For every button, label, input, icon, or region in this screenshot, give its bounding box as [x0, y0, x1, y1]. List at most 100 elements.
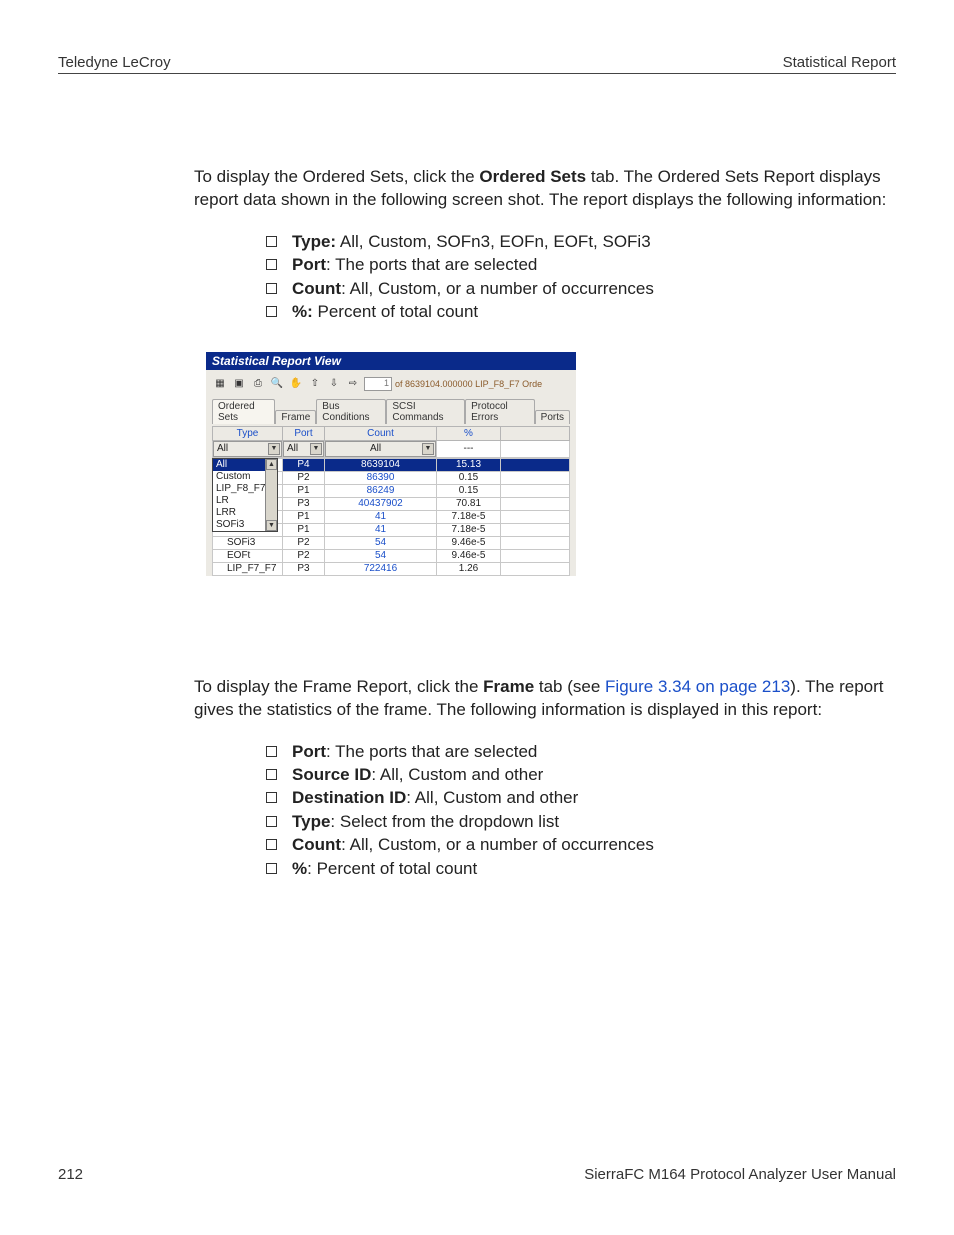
cell-blank — [501, 484, 570, 497]
cell-port: P4 — [283, 458, 325, 471]
screenshot-statistical-report-view: Statistical Report View ▦ ▣ ⎙ 🔍 ✋ ⇧ ⇩ ⇨ … — [206, 352, 576, 576]
header-divider — [58, 73, 896, 74]
cell-blank — [501, 562, 570, 575]
li-rest: : The ports that are selected — [326, 255, 537, 274]
scroll-up-icon[interactable]: ▲ — [266, 459, 277, 470]
table-row[interactable]: EOFt P2 54 9.46e-5 — [213, 549, 570, 562]
p2-bold: Frame — [483, 677, 534, 696]
filter-blank — [501, 440, 570, 457]
window-title: Statistical Report View — [206, 352, 576, 370]
arrow-right-icon[interactable]: ⇨ — [345, 376, 361, 392]
table-header-row: Type Port Count % — [213, 426, 570, 440]
page-number: 212 — [58, 1166, 83, 1183]
tab-ordered-sets[interactable]: Ordered Sets — [212, 399, 275, 424]
list-item: %: Percent of total count — [266, 300, 892, 323]
list-ordered-sets: Type: All, Custom, SOFn3, EOFn, EOFt, SO… — [194, 230, 892, 324]
filter-type-value: All — [217, 443, 228, 454]
li-rest: : All, Custom and other — [371, 765, 543, 784]
p2-mid: tab (see — [534, 677, 605, 696]
list-item: Source ID: All, Custom and other — [266, 763, 892, 786]
arrow-up-icon[interactable]: ⇧ — [307, 376, 323, 392]
list-item: Port: The ports that are selected — [266, 253, 892, 276]
cell-port: P2 — [283, 536, 325, 549]
li-bold: Count — [292, 279, 341, 298]
table-row[interactable]: SOFi3 P2 54 9.46e-5 — [213, 536, 570, 549]
preview-icon[interactable]: 🔍 — [269, 376, 285, 392]
hand-icon[interactable]: ✋ — [288, 376, 304, 392]
table-filter-row: All ▼ All ▼ All ▼ --- — [213, 440, 570, 457]
toolbar: ▦ ▣ ⎙ 🔍 ✋ ⇧ ⇩ ⇨ 1 of 8639104.000000 LIP_… — [208, 374, 574, 394]
filter-percent-value: --- — [437, 440, 501, 457]
cell-blank — [501, 510, 570, 523]
print-icon[interactable]: ⎙ — [250, 376, 266, 392]
dropdown-scrollbar[interactable]: ▲▼ — [265, 459, 277, 531]
li-rest: : All, Custom and other — [406, 788, 578, 807]
p1-prefix: To display the Ordered Sets, click the — [194, 167, 479, 186]
paragraph-frame-report: To display the Frame Report, click the F… — [58, 676, 896, 881]
col-percent[interactable]: % — [437, 426, 501, 440]
chevron-down-icon: ▼ — [268, 443, 280, 455]
list-item: %: Percent of total count — [266, 857, 892, 880]
cell-pct: 15.13 — [437, 458, 501, 471]
list-item: Count: All, Custom, or a number of occur… — [266, 833, 892, 856]
nav-index-input[interactable]: 1 — [364, 377, 392, 391]
li-bold: Port — [292, 742, 326, 761]
arrow-down-icon[interactable]: ⇩ — [326, 376, 342, 392]
header-right: Statistical Report — [783, 54, 896, 71]
li-bold: Count — [292, 835, 341, 854]
scroll-down-icon[interactable]: ▼ — [266, 520, 277, 531]
tab-bus-conditions[interactable]: Bus Conditions — [316, 399, 386, 424]
paragraph-ordered-sets: To display the Ordered Sets, click the O… — [58, 166, 896, 324]
col-type[interactable]: Type — [213, 426, 283, 440]
cell-port: P3 — [283, 562, 325, 575]
cell-count: 41 — [325, 523, 437, 536]
cell-port: P3 — [283, 497, 325, 510]
col-port[interactable]: Port — [283, 426, 325, 440]
cell-pct: 9.46e-5 — [437, 536, 501, 549]
cell-blank — [501, 549, 570, 562]
cell-count: 8639104 — [325, 458, 437, 471]
p1-bold: Ordered Sets — [479, 167, 586, 186]
tab-scsi-commands[interactable]: SCSI Commands — [386, 399, 465, 424]
cell-count: 86249 — [325, 484, 437, 497]
cell-count: 86390 — [325, 471, 437, 484]
li-rest: : All, Custom, or a number of occurrence… — [341, 279, 654, 298]
chevron-down-icon: ▼ — [422, 443, 434, 455]
cell-pct: 7.18e-5 — [437, 523, 501, 536]
cell-type: LIP_F7_F7 — [213, 562, 283, 575]
li-bold: %: — [292, 302, 313, 321]
cell-port: P2 — [283, 471, 325, 484]
filter-port-dropdown[interactable]: All ▼ — [283, 441, 324, 457]
cell-pct: 1.26 — [437, 562, 501, 575]
tab-frame[interactable]: Frame — [275, 410, 316, 424]
list-item: Destination ID: All, Custom and other — [266, 786, 892, 809]
cell-type: EOFt — [213, 549, 283, 562]
cell-pct: 7.18e-5 — [437, 510, 501, 523]
filter-count-dropdown[interactable]: All ▼ — [325, 441, 436, 457]
toolbar-icon[interactable]: ▣ — [231, 376, 247, 392]
table-row[interactable]: LIP_F7_F7 P3 722416 1.26 — [213, 562, 570, 575]
cell-blank — [501, 497, 570, 510]
cell-blank — [501, 471, 570, 484]
chevron-down-icon: ▼ — [310, 443, 322, 455]
nav-summary-text: of 8639104.000000 LIP_F8_F7 Orde — [395, 379, 542, 389]
li-bold: Type: — [292, 232, 336, 251]
tab-protocol-errors[interactable]: Protocol Errors — [465, 399, 535, 424]
filter-port-value: All — [287, 443, 298, 454]
list-item: Type: Select from the dropdown list — [266, 810, 892, 833]
cell-port: P2 — [283, 549, 325, 562]
filter-count-value: All — [329, 443, 422, 454]
cell-port: P1 — [283, 523, 325, 536]
col-count[interactable]: Count — [325, 426, 437, 440]
cell-pct: 0.15 — [437, 484, 501, 497]
toolbar-icon[interactable]: ▦ — [212, 376, 228, 392]
filter-type-dropdown[interactable]: All ▼ — [213, 441, 282, 457]
li-rest: : Percent of total count — [307, 859, 477, 878]
li-rest: : All, Custom, or a number of occurrence… — [341, 835, 654, 854]
cell-count: 722416 — [325, 562, 437, 575]
footer-title: SierraFC M164 Protocol Analyzer User Man… — [584, 1166, 896, 1183]
tab-ports[interactable]: Ports — [535, 410, 570, 424]
cell-pct: 9.46e-5 — [437, 549, 501, 562]
p2-link[interactable]: Figure 3.34 on page 213 — [605, 677, 790, 696]
type-dropdown-list[interactable]: All Custom LIP_F8_F7 LR LRR SOFi3 ▲▼ — [212, 458, 278, 532]
